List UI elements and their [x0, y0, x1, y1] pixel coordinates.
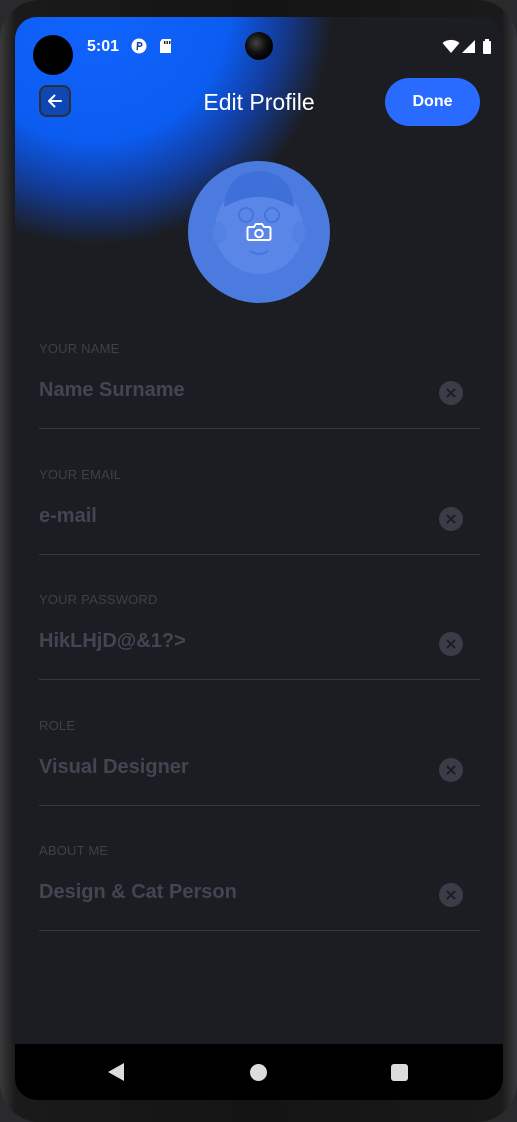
nav-home-icon[interactable]: [250, 1064, 267, 1081]
nav-recents-icon[interactable]: [391, 1064, 408, 1081]
close-icon: [446, 639, 456, 649]
status-bar: 5:01: [15, 17, 503, 77]
password-input[interactable]: HikLHjD@&1?>: [39, 630, 419, 653]
clear-about-button[interactable]: [439, 883, 463, 907]
app-screen: 5:01 Edit Profile Done YOUR NAME Name Su…: [15, 17, 503, 1100]
name-field: YOUR NAME Name Surname: [39, 337, 480, 463]
about-field: ABOUT ME Design & Cat Person: [39, 839, 480, 965]
phone-frame: 5:01 Edit Profile Done YOUR NAME Name Su…: [0, 0, 517, 1122]
field-divider: [39, 679, 480, 680]
front-camera: [245, 32, 273, 60]
status-time: 5:01: [87, 38, 120, 55]
field-label: ABOUT ME: [39, 843, 109, 858]
profile-avatar-button[interactable]: [188, 161, 330, 303]
nav-back-icon[interactable]: [108, 1063, 124, 1081]
field-label: ROLE: [39, 717, 76, 733]
camera-cutout: [33, 35, 73, 75]
field-label: YOUR EMAIL: [39, 466, 122, 482]
wifi-icon: [442, 39, 460, 55]
field-divider: [39, 804, 480, 806]
camera-icon: [246, 221, 272, 243]
role-input[interactable]: Visual Designer: [39, 756, 419, 779]
email-field: YOUR EMAIL e-mail: [39, 463, 480, 589]
field-divider: [39, 553, 480, 555]
field-label: YOUR NAME: [39, 341, 120, 356]
done-button[interactable]: Done: [385, 78, 480, 126]
name-input[interactable]: Name Surname: [39, 379, 419, 402]
field-divider: [39, 930, 480, 931]
signal-icon: [462, 39, 478, 55]
sd-card-icon: [159, 38, 175, 54]
role-field: ROLE Visual Designer: [39, 714, 480, 840]
about-input[interactable]: Design & Cat Person: [39, 881, 419, 904]
battery-icon: [482, 39, 498, 55]
profile-form: YOUR NAME Name Surname YOUR EMAIL e-mail: [39, 337, 480, 965]
clear-name-button[interactable]: [439, 381, 463, 405]
close-icon: [446, 514, 456, 524]
clear-role-button[interactable]: [439, 757, 463, 782]
field-divider: [39, 428, 480, 429]
password-field: YOUR PASSWORD HikLHjD@&1?>: [39, 588, 480, 714]
header-bar: Edit Profile Done: [15, 77, 503, 133]
close-icon: [446, 765, 456, 775]
close-icon: [446, 388, 456, 398]
clear-email-button[interactable]: [439, 506, 463, 531]
field-label: YOUR PASSWORD: [39, 592, 158, 607]
notification-app-icon: [131, 38, 147, 54]
close-icon: [446, 890, 456, 900]
clear-password-button[interactable]: [439, 632, 463, 656]
system-nav-bar: [15, 1044, 503, 1100]
email-input[interactable]: e-mail: [39, 505, 419, 528]
